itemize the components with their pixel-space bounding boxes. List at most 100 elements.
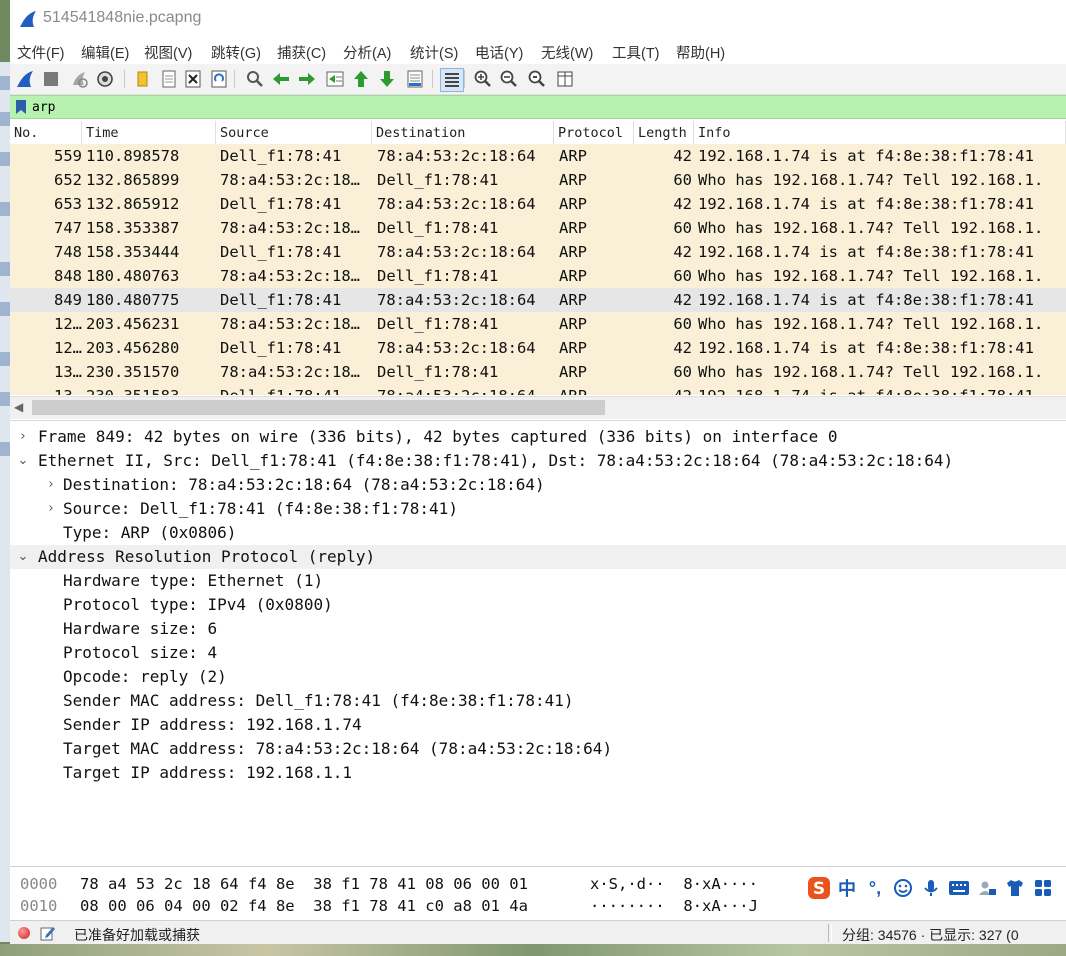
last-packet-icon[interactable] [376,68,398,90]
emoji-icon[interactable] [890,875,916,901]
packet-time: 158.353387 [86,219,180,237]
ime-mode-chinese[interactable]: 中 [834,875,860,901]
zoom-out-icon[interactable] [498,68,520,90]
detail-tree-item[interactable]: Target IP address: 192.168.1.1 [10,761,1066,785]
column-header[interactable]: Source [216,121,372,145]
packet-protocol: ARP [559,339,587,357]
detail-tree-item[interactable]: Sender IP address: 192.168.1.74 [10,713,1066,737]
toolbar-separator [124,70,125,88]
menu-item[interactable]: 捕获(C) [277,42,326,63]
menu-item[interactable]: 工具(T) [612,42,660,63]
sogou-logo-icon[interactable]: S [806,875,832,901]
ime-punctuation[interactable]: °, [862,875,888,901]
capture-options-icon[interactable] [94,68,116,90]
packet-row[interactable]: 559 110.898578 Dell_f1:78:41 78:a4:53:2c:18… [10,144,1066,168]
detail-text: Target IP address: 192.168.1.1 [63,763,352,782]
menu-item[interactable]: 帮助(H) [676,42,725,63]
menu-item[interactable]: 编辑(E) [81,42,129,63]
packet-list-horizontal-scrollbar[interactable]: ◀ [10,396,1066,419]
column-header[interactable]: Info [694,121,1066,145]
menu-item[interactable]: 统计(S) [410,42,458,63]
display-filter-bar [10,95,1066,119]
toolbox-grid-icon[interactable] [1030,875,1056,901]
filter-bookmark-icon[interactable] [14,99,28,115]
packet-row[interactable]: 748 158.353444 Dell_f1:78:41 78:a4:53:2c:18… [10,240,1066,264]
detail-tree-item[interactable]: › Source: Dell_f1:78:41 (f4:8e:38:f1:78:4… [10,497,1066,521]
collapse-arrow-icon[interactable]: ⌄ [16,545,30,569]
expert-info-icon[interactable] [18,927,30,939]
go-to-packet-icon[interactable] [324,68,346,90]
detail-tree-item[interactable]: › Frame 849: 42 bytes on wire (336 bits),… [10,425,1066,449]
detail-tree-item[interactable]: Sender MAC address: Dell_f1:78:41 (f4:8e… [10,689,1066,713]
packet-row[interactable]: 653 132.865912 Dell_f1:78:41 78:a4:53:2c:18… [10,192,1066,216]
detail-tree-item[interactable]: Opcode: reply (2) [10,665,1066,689]
restart-icon[interactable] [68,68,90,90]
background-window-fragment [0,442,10,456]
packet-source: Dell_f1:78:41 [220,339,342,357]
packet-row[interactable]: 652 132.865899 78:a4:53:2c:18… Dell_f1:78:4… [10,168,1066,192]
column-header[interactable]: Protocol [554,121,634,145]
packet-row[interactable]: 12… 203.456280 Dell_f1:78:41 78:a4:53:2c:18… [10,336,1066,360]
open-file-icon[interactable] [132,68,154,90]
reload-icon[interactable] [208,68,230,90]
column-header[interactable]: Destination [372,121,554,145]
go-forward-icon[interactable] [296,68,318,90]
packet-number: 13… [54,363,82,381]
detail-tree-item[interactable]: Protocol type: IPv4 (0x0800) [10,593,1066,617]
menu-item[interactable]: 视图(V) [144,42,192,63]
menu-item[interactable]: 无线(W) [541,42,593,63]
detail-tree-item[interactable]: ⌄ Ethernet II, Src: Dell_f1:78:41 (f4:8e:… [10,449,1066,473]
packet-time: 203.456280 [86,339,180,357]
packet-row[interactable]: 13… 230.351570 78:a4:53:2c:18… Dell_f1:78:4… [10,360,1066,384]
resize-columns-icon[interactable] [554,68,576,90]
menu-item[interactable]: 分析(A) [343,42,391,63]
collapse-arrow-icon[interactable]: ⌄ [16,449,30,473]
first-packet-icon[interactable] [350,68,372,90]
column-header[interactable]: No. [10,121,82,145]
expand-arrow-icon[interactable]: › [44,473,58,497]
detail-tree-item[interactable]: Hardware size: 6 [10,617,1066,641]
scroll-left-icon[interactable]: ◀ [14,400,23,414]
menu-item[interactable]: 文件(F) [17,42,65,63]
packet-row[interactable]: 13… 230.351583Dell_f1:78:4178:a4:53:2c:18… [10,384,1066,395]
expand-arrow-icon[interactable]: › [16,425,30,449]
shark-fin-start-icon[interactable] [14,68,36,90]
packet-length: 42 [636,384,692,395]
detail-tree-item[interactable]: Hardware type: Ethernet (1) [10,569,1066,593]
capture-comment-icon[interactable] [40,925,56,941]
menu-item[interactable]: 电话(Y) [475,42,523,63]
keyboard-icon[interactable] [946,875,972,901]
packet-row[interactable]: 848 180.480763 78:a4:53:2c:18… Dell_f1:78:4… [10,264,1066,288]
file-set-icon[interactable] [158,68,180,90]
packet-row[interactable]: 849 180.480775 Dell_f1:78:41 78:a4:53:2c:18… [10,288,1066,312]
find-icon[interactable] [244,68,266,90]
skin-shirt-icon[interactable] [1002,875,1028,901]
expand-arrow-icon[interactable]: › [44,497,58,521]
detail-tree-item[interactable]: Protocol size: 4 [10,641,1066,665]
menu-item[interactable]: 跳转(G) [211,42,261,63]
autoscroll-icon[interactable] [404,68,426,90]
packet-row[interactable]: 12… 203.456231 78:a4:53:2c:18… Dell_f1:78:4… [10,312,1066,336]
column-header[interactable]: Length [634,121,694,145]
colorize-icon[interactable] [440,68,464,92]
detail-tree-item[interactable]: › Destination: 78:a4:53:2c:18:64 (78:a4:5… [10,473,1066,497]
packet-row[interactable]: 747 158.353387 78:a4:53:2c:18… Dell_f1:78:4… [10,216,1066,240]
user-settings-icon[interactable] [974,875,1000,901]
zoom-in-icon[interactable] [472,68,494,90]
normal-size-icon[interactable] [526,68,548,90]
display-filter-input[interactable] [32,98,1052,116]
stop-icon[interactable] [40,68,62,90]
detail-tree-item[interactable]: ⌄ Address Resolution Protocol (reply) [10,545,1066,569]
detail-tree-item[interactable]: Type: ARP (0x0806) [10,521,1066,545]
detail-text: Address Resolution Protocol (reply) [38,547,376,566]
packet-info: Who has 192.168.1.74? Tell 192.168.1. [698,363,1044,381]
background-window-fragment [0,202,10,216]
scrollbar-thumb[interactable] [32,400,605,415]
close-file-icon[interactable] [182,68,204,90]
column-header[interactable]: Time [82,121,216,145]
microphone-icon[interactable] [918,875,944,901]
go-back-icon[interactable] [270,68,292,90]
detail-tree-item[interactable]: Target MAC address: 78:a4:53:2c:18:64 (7… [10,737,1066,761]
packet-info: 192.168.1.74 is at f4:8e:38:f1:78:41 [698,243,1034,261]
